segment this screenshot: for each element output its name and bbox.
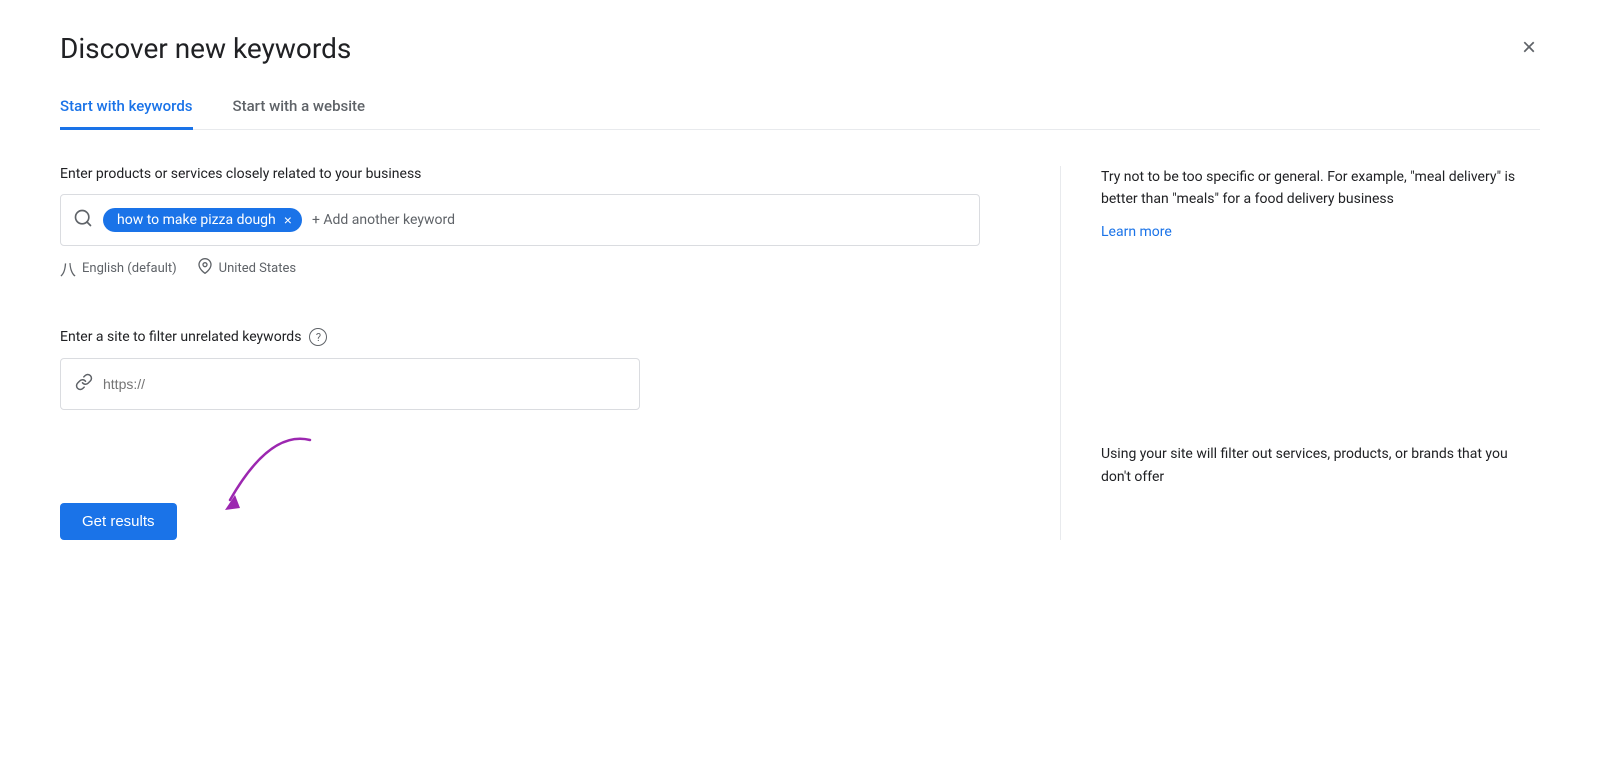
close-button[interactable]: × bbox=[1518, 32, 1540, 64]
modal-header: Discover new keywords × bbox=[60, 32, 1540, 65]
tab-keywords[interactable]: Start with keywords bbox=[60, 85, 193, 130]
keyword-chip-text: how to make pizza dough bbox=[117, 212, 276, 228]
modal-title: Discover new keywords bbox=[60, 32, 351, 65]
vertical-divider bbox=[1060, 166, 1061, 540]
language-icon: 八 bbox=[60, 256, 76, 280]
tab-website[interactable]: Start with a website bbox=[233, 85, 366, 130]
help-icon[interactable]: ? bbox=[309, 328, 327, 346]
chip-close-button[interactable]: × bbox=[284, 213, 292, 227]
right-panel: Try not to be too specific or general. F… bbox=[1101, 166, 1540, 540]
language-label: English (default) bbox=[82, 261, 177, 276]
location-icon bbox=[197, 258, 213, 278]
site-filter-label-text: Enter a site to filter unrelated keyword… bbox=[60, 329, 301, 345]
link-icon bbox=[75, 373, 93, 396]
site-tip-text: Using your site will filter out services… bbox=[1101, 443, 1540, 488]
url-input-box[interactable] bbox=[60, 358, 640, 410]
modal-container: Discover new keywords × Start with keywo… bbox=[20, 0, 1580, 770]
section-spacer bbox=[60, 280, 980, 328]
arrow-area: Get results bbox=[60, 440, 980, 540]
add-keyword-placeholder[interactable]: + Add another keyword bbox=[312, 212, 455, 228]
keywords-tip-text: Try not to be too specific or general. F… bbox=[1101, 166, 1540, 211]
language-item: 八 English (default) bbox=[60, 256, 177, 280]
content-area: Enter products or services closely relat… bbox=[60, 166, 1540, 540]
learn-more-link[interactable]: Learn more bbox=[1101, 224, 1172, 240]
keywords-section-label: Enter products or services closely relat… bbox=[60, 166, 980, 182]
location-row: 八 English (default) United States bbox=[60, 256, 980, 280]
site-tip-section: Using your site will filter out services… bbox=[1101, 443, 1540, 488]
get-results-button[interactable]: Get results bbox=[60, 503, 177, 540]
keywords-tip-section: Try not to be too specific or general. F… bbox=[1101, 166, 1540, 243]
location-label: United States bbox=[219, 261, 296, 276]
location-item: United States bbox=[197, 258, 296, 278]
site-filter-section: Enter a site to filter unrelated keyword… bbox=[60, 328, 980, 410]
keywords-section: Enter products or services closely relat… bbox=[60, 166, 980, 280]
url-input[interactable] bbox=[103, 376, 625, 392]
left-panel: Enter products or services closely relat… bbox=[60, 166, 1020, 540]
search-icon bbox=[73, 208, 93, 233]
arrow-svg bbox=[170, 430, 330, 520]
site-filter-label: Enter a site to filter unrelated keyword… bbox=[60, 328, 980, 346]
keyword-chip: how to make pizza dough × bbox=[103, 208, 302, 232]
tabs-container: Start with keywords Start with a website bbox=[60, 85, 1540, 130]
keyword-input-box[interactable]: how to make pizza dough × + Add another … bbox=[60, 194, 980, 246]
